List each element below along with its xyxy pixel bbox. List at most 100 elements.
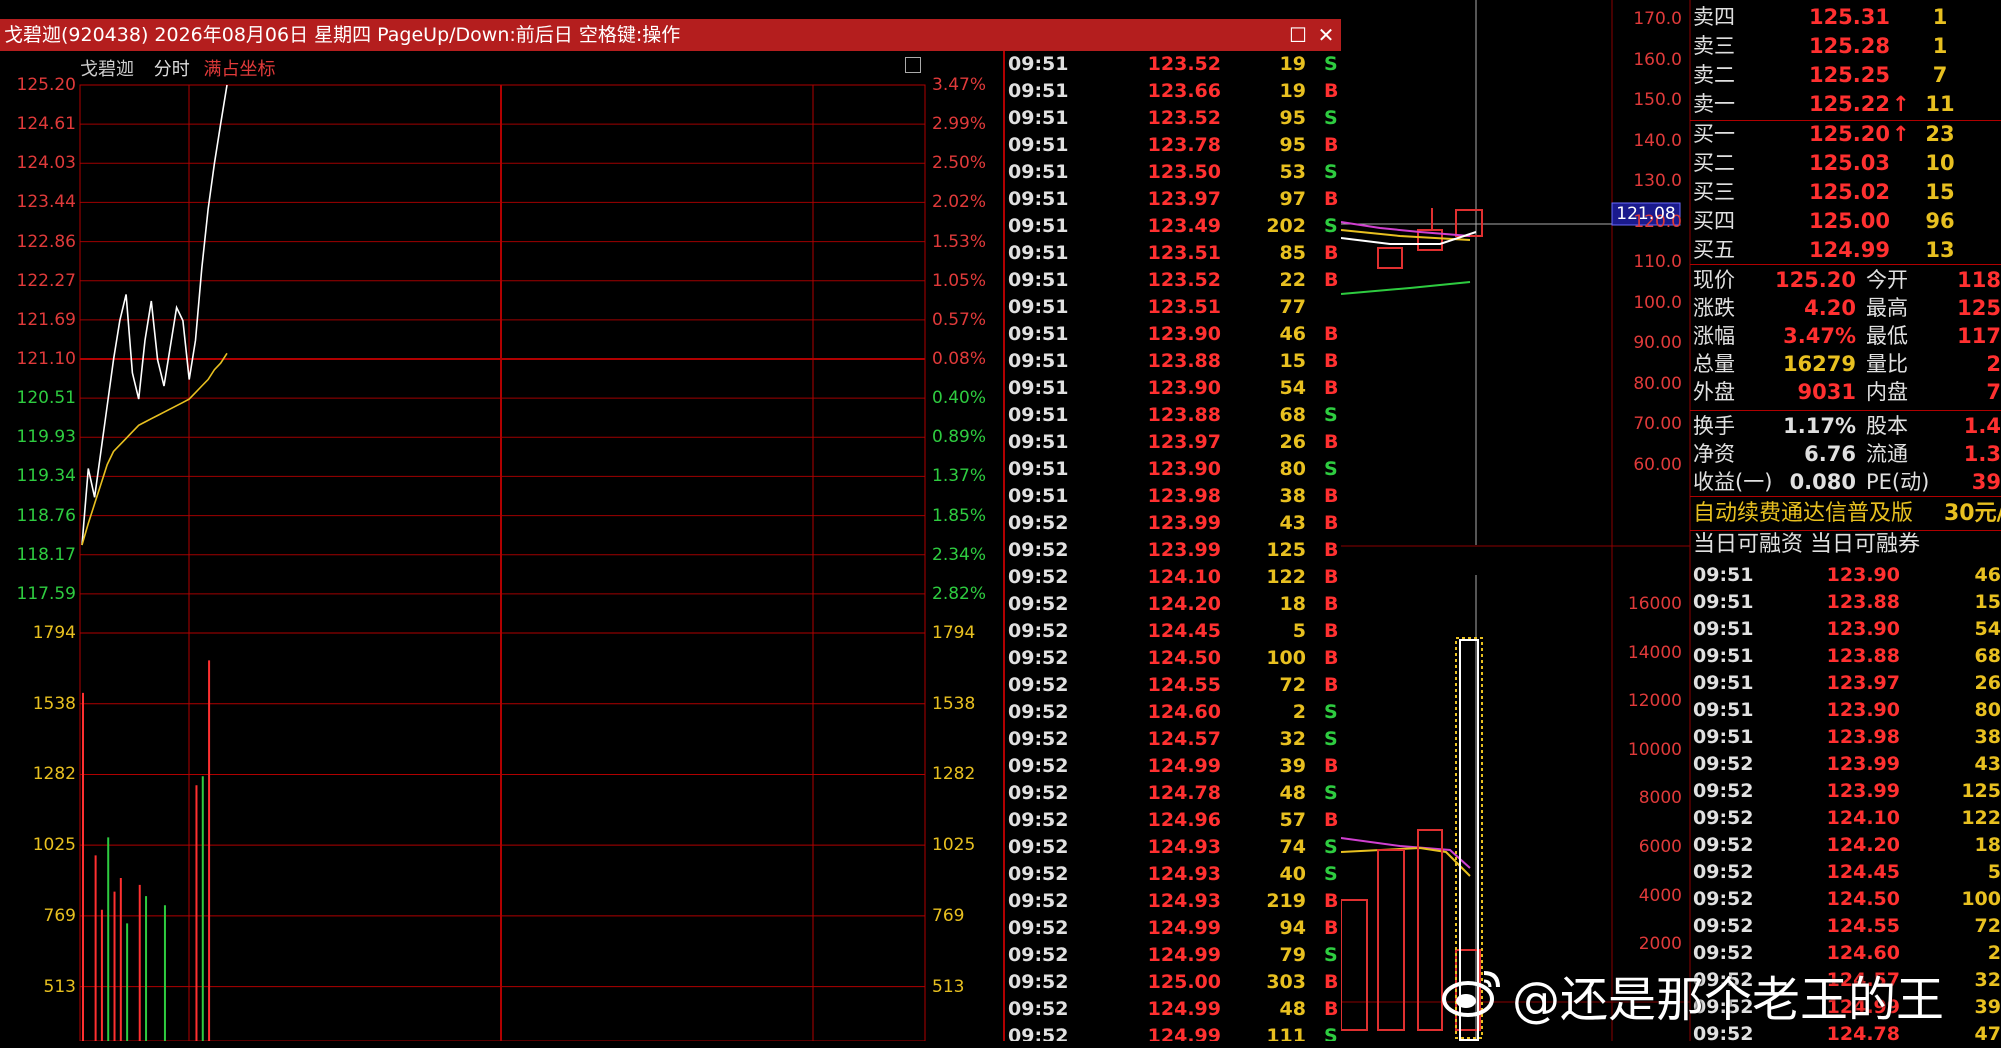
promo-line[interactable]: 自动续费通达信普及版 30元/ [1690,499,2001,529]
trade-row[interactable]: 09:51 123.50 53 S [1006,159,1341,186]
price-tick: 117.59 [16,583,76,604]
trade-volume: 15 [1279,350,1306,372]
trade-time: 09:52 [1008,917,1069,939]
trade-volume: 48 [1279,998,1306,1020]
info-label-2: 今开 [1866,268,1908,292]
trade-side: S [1324,404,1338,426]
trade-price: 123.98 [1826,726,1900,748]
ask-row[interactable]: 卖二 125.25 7 [1690,61,2001,90]
trade-row[interactable]: 09:51 123.52 95 S [1006,105,1341,132]
trade-row[interactable]: 09:52 124.50 100 B [1006,645,1341,672]
trade-row[interactable]: 09:51 123.90 54 B [1006,375,1341,402]
info-label-2: 流通 [1866,442,1908,466]
right-trade-row[interactable]: 09:51 123.90 46 [1690,562,2001,589]
bid-row[interactable]: 买三 125.02 15 [1690,178,2001,207]
right-axis-tick: 150.0 [1633,90,1682,110]
right-trade-row[interactable]: 09:52 124.20 18 [1690,832,2001,859]
pct-tick: 1.37% [932,466,987,487]
trade-row[interactable]: 09:52 124.57 32 S [1006,726,1341,753]
trade-row[interactable]: 09:51 123.90 46 B [1006,321,1341,348]
trade-row[interactable]: 09:51 123.88 68 S [1006,402,1341,429]
trade-row[interactable]: 09:52 124.10 122 B [1006,564,1341,591]
right-trade-row[interactable]: 09:51 123.88 15 [1690,589,2001,616]
trade-row[interactable]: 09:52 125.00 303 B [1006,969,1341,996]
trade-row[interactable]: 09:51 123.97 97 B [1006,186,1341,213]
trade-row[interactable]: 09:52 123.99 43 B [1006,510,1341,537]
trade-price: 123.66 [1147,80,1221,102]
ask-row[interactable]: 卖四 125.31 1 [1690,3,2001,32]
right-trade-row[interactable]: 09:52 124.10 122 [1690,805,2001,832]
trade-row[interactable]: 09:51 123.98 38 B [1006,483,1341,510]
trade-volume: 18 [1279,593,1306,615]
right-trade-row[interactable]: 09:52 124.50 100 [1690,886,2001,913]
trade-row[interactable]: 09:51 123.52 22 B [1006,267,1341,294]
promo-text[interactable]: 自动续费通达信普及版 [1693,499,1913,529]
order-price: 125.31 [1808,5,1890,29]
bid-row[interactable]: 买四 125.00 96 [1690,207,2001,236]
order-volume: 1 [1932,5,1948,29]
trade-volume: 19 [1279,80,1306,102]
right-trade-row[interactable]: 09:51 123.98 38 [1690,724,2001,751]
maximize-icon[interactable]: ☐ [1286,23,1310,47]
order-volume: 13 [1925,238,1955,262]
trade-volume: 19 [1279,53,1306,75]
trade-time: 09:52 [1008,863,1069,885]
trade-row[interactable]: 09:52 124.99 94 B [1006,915,1341,942]
right-volume-axis-tick: 10000 [1627,739,1682,760]
trade-time: 09:51 [1008,134,1069,156]
intraday-popup-window[interactable]: 戈碧迦(920438) 2026年08月06日 星期四 PageUp/Down:… [0,19,1341,1041]
popup-trade-list[interactable]: 09:51 123.52 19 S 09:51 123.66 19 B 09:51 123.52 9… [1006,51,1341,1041]
bid-row[interactable]: 买一 125.20 ↑ 23 [1690,120,2001,149]
trade-row[interactable]: 09:52 124.93 40 S [1006,861,1341,888]
trade-volume: 94 [1279,917,1306,939]
trade-row[interactable]: 09:52 124.55 72 B [1006,672,1341,699]
trade-side: S [1324,215,1338,237]
trade-row[interactable]: 09:52 124.60 2 S [1006,699,1341,726]
trade-row[interactable]: 09:52 124.93 219 B [1006,888,1341,915]
volume-tick-right: 1025 [932,835,976,856]
trade-row[interactable]: 09:51 123.88 15 B [1006,348,1341,375]
trade-row[interactable]: 09:52 124.99 111 S [1006,1023,1341,1041]
trade-row[interactable]: 09:52 124.99 79 S [1006,942,1341,969]
trade-row[interactable]: 09:51 123.78 95 B [1006,132,1341,159]
info-value-2: 1.3 [1963,442,2001,466]
right-trade-row[interactable]: 09:51 123.97 26 [1690,670,2001,697]
trade-volume: 38 [1279,485,1306,507]
trade-row[interactable]: 09:51 123.97 26 B [1006,429,1341,456]
bid-row[interactable]: 买二 125.03 10 [1690,149,2001,178]
trade-row[interactable]: 09:51 123.51 77 [1006,294,1341,321]
right-trade-row[interactable]: 09:52 123.99 125 [1690,778,2001,805]
volume-tick-right: 1538 [932,693,976,714]
right-axis-tick: 80.00 [1633,373,1682,394]
right-trade-row[interactable]: 09:51 123.88 68 [1690,643,2001,670]
trade-row[interactable]: 09:52 124.20 18 B [1006,591,1341,618]
ask-row[interactable]: 卖三 125.28 1 [1690,32,2001,61]
right-trade-row[interactable]: 09:52 124.55 72 [1690,913,2001,940]
trade-row[interactable]: 09:51 123.90 80 S [1006,456,1341,483]
bid-row[interactable]: 买五 124.99 13 [1690,236,2001,265]
trade-price: 124.78 [1147,782,1221,804]
trade-side: B [1324,512,1339,534]
right-volume-axis-tick: 12000 [1627,691,1682,712]
info-value-2: 39 [1971,470,2001,494]
info-label: 外盘 [1693,380,1735,404]
close-icon[interactable]: ✕ [1314,23,1338,47]
trade-row[interactable]: 09:52 124.99 39 B [1006,753,1341,780]
trade-row[interactable]: 09:51 123.52 19 S [1006,51,1341,78]
trade-row[interactable]: 09:51 123.49 202 S [1006,213,1341,240]
trade-row[interactable]: 09:52 124.99 48 B [1006,996,1341,1023]
trade-row[interactable]: 09:52 124.93 74 S [1006,834,1341,861]
trade-row[interactable]: 09:52 123.99 125 B [1006,537,1341,564]
right-trade-row[interactable]: 09:51 123.90 80 [1690,697,2001,724]
ask-row[interactable]: 卖一 125.22 ↑ 11 [1690,90,2001,119]
trade-row[interactable]: 09:52 124.96 57 B [1006,807,1341,834]
info-row: 净资 6.76 流通 1.3 [1690,440,2001,468]
trade-row[interactable]: 09:51 123.66 19 B [1006,78,1341,105]
trade-row[interactable]: 09:52 124.45 5 B [1006,618,1341,645]
right-trade-row[interactable]: 09:51 123.90 54 [1690,616,2001,643]
trade-volume: 97 [1279,188,1306,210]
trade-row[interactable]: 09:52 124.78 48 S [1006,780,1341,807]
trade-row[interactable]: 09:51 123.51 85 B [1006,240,1341,267]
right-trade-row[interactable]: 09:52 124.45 5 [1690,859,2001,886]
right-trade-row[interactable]: 09:52 123.99 43 [1690,751,2001,778]
